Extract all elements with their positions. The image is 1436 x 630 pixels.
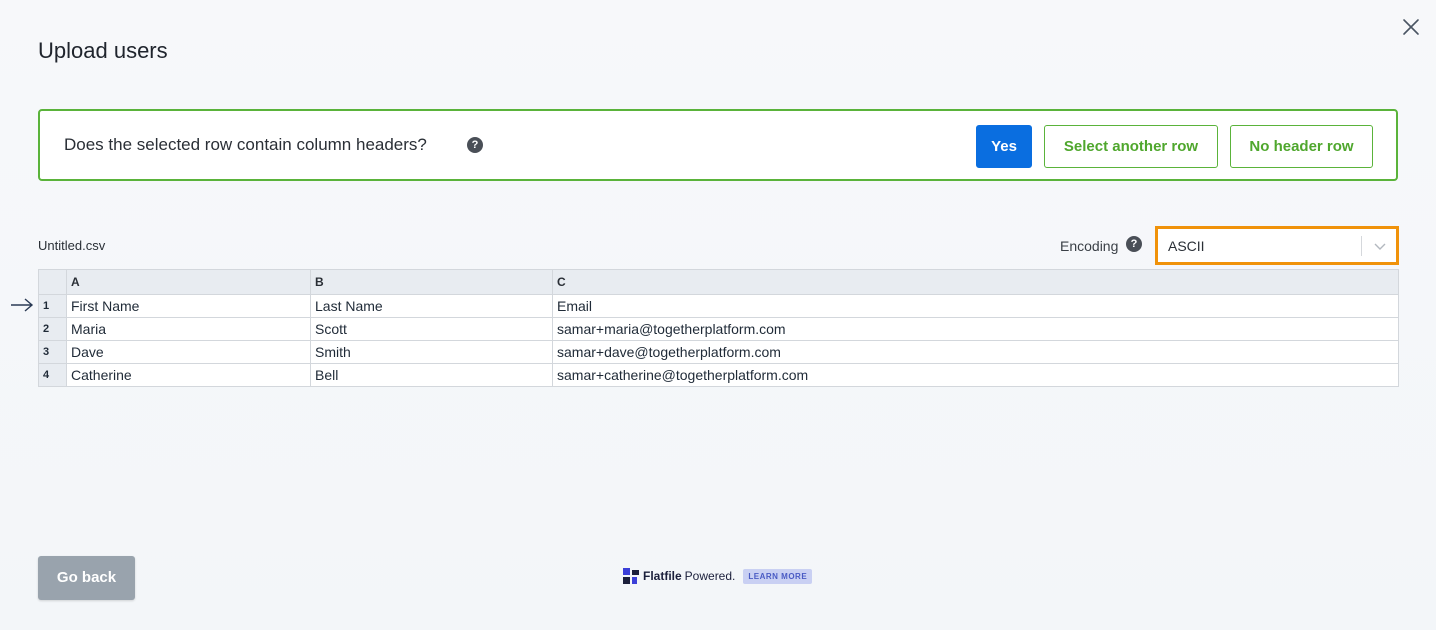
preview-grid: A B C 1 First Name Last Name Email 2 Mar… — [38, 269, 1399, 387]
header-question-text: Does the selected row contain column hea… — [64, 135, 427, 154]
row-number: 1 — [38, 294, 67, 318]
column-header-a: A — [66, 269, 311, 295]
powered-text: Powered. — [684, 569, 736, 583]
row-number: 3 — [38, 340, 67, 364]
flatfile-logo-icon — [623, 568, 639, 584]
table-cell: First Name — [66, 294, 311, 318]
table-cell: samar+maria@togetherplatform.com — [552, 317, 1399, 341]
table-cell: samar+catherine@togetherplatform.com — [552, 363, 1399, 387]
encoding-help-icon[interactable]: ? — [1126, 236, 1142, 252]
select-divider — [1361, 236, 1362, 256]
chevron-down-icon[interactable] — [1372, 238, 1388, 254]
column-header-b: B — [310, 269, 553, 295]
grid-corner — [38, 269, 67, 295]
close-icon[interactable] — [1400, 16, 1422, 38]
encoding-selected-value: ASCII — [1168, 238, 1205, 254]
table-row[interactable]: 3 Dave Smith samar+dave@togetherplatform… — [38, 340, 1399, 364]
file-name: Untitled.csv — [38, 238, 106, 253]
table-row[interactable]: 2 Maria Scott samar+maria@togetherplatfo… — [38, 317, 1399, 341]
encoding-select[interactable]: ASCII — [1155, 226, 1399, 265]
table-cell: Last Name — [310, 294, 553, 318]
column-header-c: C — [552, 269, 1399, 295]
select-another-row-button[interactable]: Select another row — [1044, 125, 1218, 168]
table-cell: Email — [552, 294, 1399, 318]
selected-row-arrow-icon — [10, 297, 34, 313]
question-help-icon[interactable]: ? — [467, 137, 483, 153]
table-cell: Smith — [310, 340, 553, 364]
flatfile-powered-badge: Flatfile Powered. LEARN MORE — [623, 566, 813, 586]
header-row-prompt: Does the selected row contain column hea… — [38, 109, 1398, 181]
table-cell: Maria — [66, 317, 311, 341]
table-cell: Catherine — [66, 363, 311, 387]
flatfile-brand-text: Flatfile — [643, 569, 682, 583]
row-number: 2 — [38, 317, 67, 341]
table-row[interactable]: 4 Catherine Bell samar+catherine@togethe… — [38, 363, 1399, 387]
no-header-row-button[interactable]: No header row — [1230, 125, 1373, 168]
dialog-title: Upload users — [38, 38, 168, 63]
table-row[interactable]: 1 First Name Last Name Email — [38, 294, 1399, 318]
table-cell: Scott — [310, 317, 553, 341]
table-cell: Bell — [310, 363, 553, 387]
encoding-label: Encoding — [1060, 238, 1119, 254]
table-cell: samar+dave@togetherplatform.com — [552, 340, 1399, 364]
table-cell: Dave — [66, 340, 311, 364]
upload-users-dialog: Upload users Does the selected row conta… — [0, 0, 1436, 630]
column-header-row: A B C — [38, 269, 1399, 295]
go-back-button[interactable]: Go back — [38, 556, 135, 600]
learn-more-link[interactable]: LEARN MORE — [743, 568, 813, 584]
yes-button[interactable]: Yes — [976, 125, 1032, 168]
row-number: 4 — [38, 363, 67, 387]
